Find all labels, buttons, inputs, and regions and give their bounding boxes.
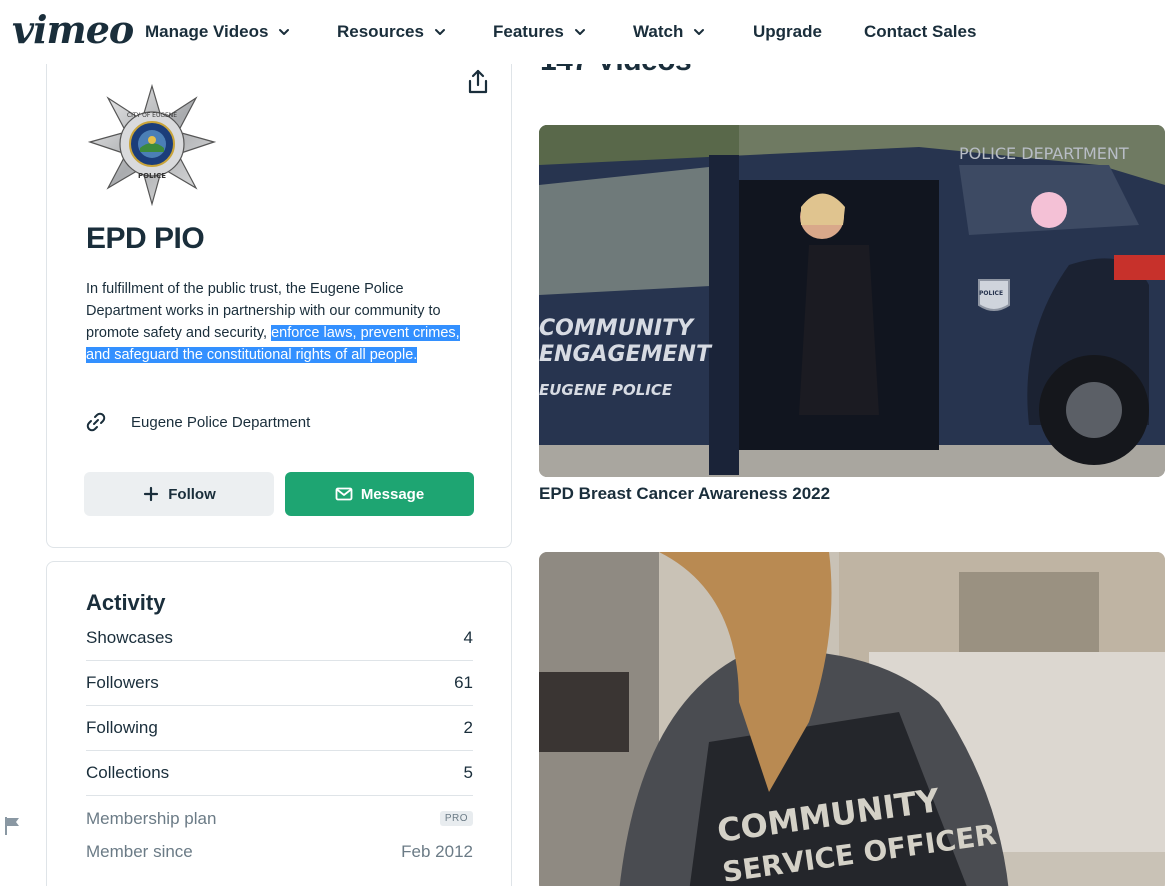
activity-value: 5 bbox=[463, 763, 473, 782]
top-nav: vimeo Manage Videos Resources Features W… bbox=[0, 0, 1165, 64]
thumb-text-engagement: ENGAGEMENT bbox=[539, 342, 713, 367]
activity-title: Activity bbox=[86, 590, 166, 615]
nav-upgrade[interactable]: Upgrade bbox=[753, 21, 822, 43]
nav-label: Upgrade bbox=[753, 22, 822, 41]
activity-row-showcases[interactable]: Showcases 4 bbox=[86, 616, 473, 661]
member-since-row: Member since Feb 2012 bbox=[86, 829, 473, 874]
community-officer-image: COMMUNITY SERVICE OFFICER bbox=[539, 552, 1165, 886]
thumb-text-eugene-police: EUGENE POLICE bbox=[539, 381, 673, 399]
nav-label: Features bbox=[493, 22, 564, 41]
thumb-text-police-badge: POLICE bbox=[979, 290, 1003, 297]
vimeo-logo[interactable]: vimeo bbox=[12, 10, 134, 50]
website-link-label: Eugene Police Department bbox=[131, 413, 311, 431]
member-since-label: Member since bbox=[86, 841, 193, 861]
police-star-badge-icon: CITY OF EUGENE POLICE bbox=[88, 84, 216, 206]
nav-resources[interactable]: Resources bbox=[337, 21, 446, 43]
message-button[interactable]: Message bbox=[285, 472, 474, 516]
plus-icon bbox=[144, 486, 159, 502]
chevron-down-icon bbox=[434, 29, 445, 35]
activity-value: 61 bbox=[454, 673, 473, 692]
activity-row-collections[interactable]: Collections 5 bbox=[86, 751, 473, 796]
activity-label: Following bbox=[86, 718, 158, 737]
thumb-text-community: COMMUNITY bbox=[539, 316, 695, 341]
follow-button-label: Follow bbox=[168, 485, 216, 503]
member-since-value: Feb 2012 bbox=[401, 841, 473, 861]
activity-value: 4 bbox=[463, 628, 473, 647]
nav-features[interactable]: Features bbox=[493, 21, 586, 43]
profile-bio: In fulfillment of the public trust, the … bbox=[86, 278, 471, 366]
nav-label: Manage Videos bbox=[145, 22, 269, 41]
video-thumbnail[interactable]: COMMUNITY SERVICE OFFICER bbox=[539, 552, 1165, 886]
activity-value: 2 bbox=[463, 718, 473, 737]
nav-label: Watch bbox=[633, 22, 684, 41]
pro-badge: PRO bbox=[439, 811, 473, 826]
website-link[interactable]: Eugene Police Department bbox=[84, 410, 310, 434]
video-thumbnail[interactable]: COMMUNITY ENGAGEMENT EUGENE POLICE POLIC… bbox=[539, 125, 1165, 477]
activity-label: Showcases bbox=[86, 628, 173, 647]
membership-label: Membership plan bbox=[86, 808, 217, 828]
share-icon[interactable] bbox=[466, 68, 490, 96]
nav-contact-sales[interactable]: Contact Sales bbox=[864, 21, 976, 43]
activity-row-following[interactable]: Following 2 bbox=[86, 706, 473, 751]
nav-label: Resources bbox=[337, 22, 424, 41]
follow-button[interactable]: Follow bbox=[84, 472, 274, 516]
chevron-down-icon bbox=[694, 29, 705, 35]
video-title[interactable]: EPD Breast Cancer Awareness 2022 bbox=[539, 484, 830, 504]
profile-name: EPD PIO bbox=[86, 222, 205, 255]
activity-row-followers[interactable]: Followers 61 bbox=[86, 661, 473, 706]
nav-watch[interactable]: Watch bbox=[633, 21, 705, 43]
message-button-label: Message bbox=[360, 485, 425, 503]
police-suv-image: COMMUNITY ENGAGEMENT EUGENE POLICE POLIC… bbox=[539, 125, 1165, 477]
thumb-text-police-department: POLICE DEPARTMENT bbox=[959, 144, 1129, 163]
badge-text-top: CITY OF EUGENE bbox=[127, 112, 177, 119]
chevron-down-icon bbox=[279, 29, 290, 35]
link-icon bbox=[86, 412, 106, 432]
nav-manage-videos[interactable]: Manage Videos bbox=[145, 21, 290, 43]
flag-icon[interactable] bbox=[4, 816, 22, 836]
badge-text-bottom: POLICE bbox=[138, 172, 166, 180]
activity-label: Collections bbox=[86, 763, 170, 782]
activity-label: Followers bbox=[86, 673, 159, 692]
envelope-icon bbox=[335, 487, 353, 501]
nav-label: Contact Sales bbox=[864, 22, 977, 41]
chevron-down-icon bbox=[574, 29, 585, 35]
